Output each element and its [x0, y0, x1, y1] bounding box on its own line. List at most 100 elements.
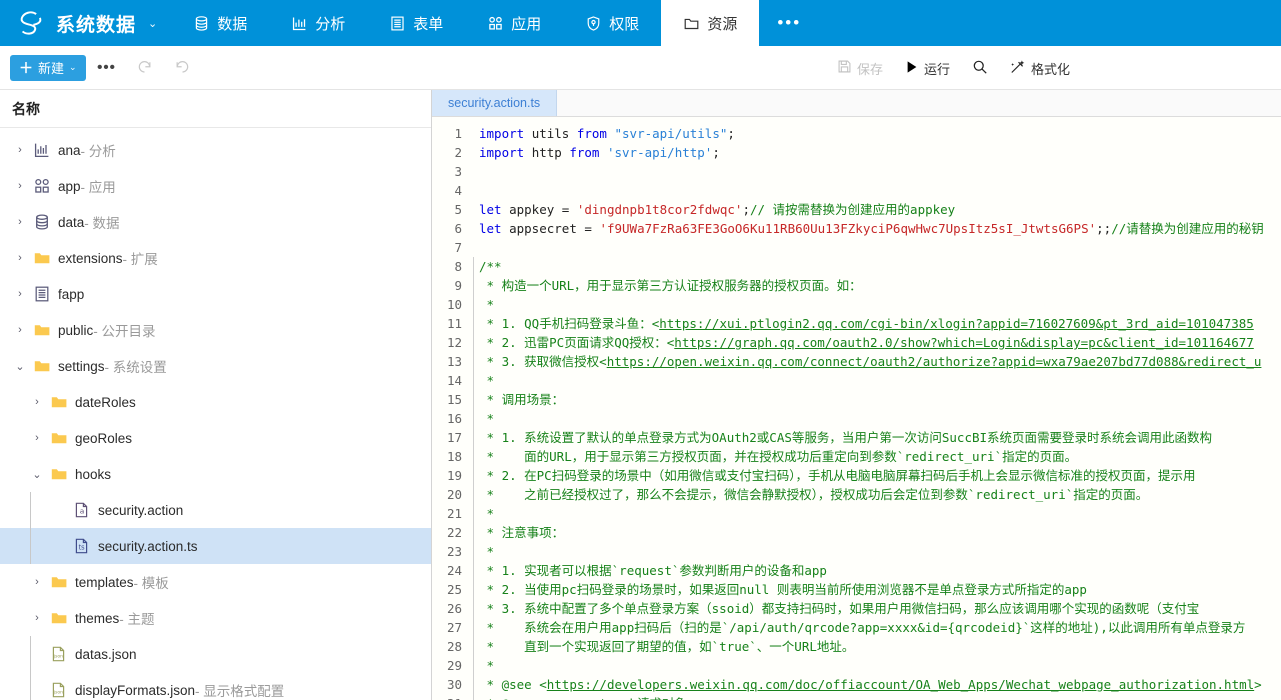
code-line[interactable]: * 2. 当使用pc扫码登录的场景时，如果返回null 则表明当前所使用浏览器不…: [479, 580, 1281, 599]
save-disk-icon: [837, 59, 852, 77]
line-number: 4: [432, 181, 462, 200]
code-line[interactable]: * 调用场景：: [479, 390, 1281, 409]
editor-tab-security-action-ts[interactable]: security.action.ts: [432, 90, 557, 116]
tree-item-datas-json[interactable]: json datas.json: [0, 636, 431, 672]
folder-icon: [50, 573, 68, 591]
code-line[interactable]: * 之前已经授权过了，那么不会提示，微信会静默授权），授权成功后会定位到参数`r…: [479, 485, 1281, 504]
code-line[interactable]: *: [479, 295, 1281, 314]
nav-item-form[interactable]: 表单: [367, 0, 465, 46]
nav-item-permissions[interactable]: 权限: [563, 0, 661, 46]
code-line[interactable]: * 3. 系统中配置了多个单点登录方案（ssoid）都支持扫码时，如果用户用微信…: [479, 599, 1281, 618]
code-line[interactable]: [479, 181, 1281, 200]
code-line[interactable]: *: [479, 656, 1281, 675]
chevron-right-icon[interactable]: ›: [12, 322, 28, 338]
run-button[interactable]: 运行: [896, 53, 959, 83]
code-line[interactable]: * 注意事项：: [479, 523, 1281, 542]
brand-title: 系统数据: [56, 10, 136, 37]
code-line[interactable]: *: [479, 504, 1281, 523]
tree-item-themes[interactable]: › themes - 主题: [0, 600, 431, 636]
chevron-right-icon[interactable]: ›: [29, 574, 45, 590]
code-line[interactable]: * 1. 实现者可以根据`request`参数判断用户的设备和app: [479, 561, 1281, 580]
code-line[interactable]: * 3. 获取微信授权<https://open.weixin.qq.com/c…: [479, 352, 1281, 371]
code-line[interactable]: * 2. 在PC扫码登录的场景中（如用微信或支付宝扫码），手机从电脑电脑屏幕扫码…: [479, 466, 1281, 485]
code-line[interactable]: * 系统会在用户用app扫码后（扫的是`/api/auth/qrcode?app…: [479, 618, 1281, 637]
tree-item-label: app: [58, 179, 81, 194]
code-line[interactable]: import http from 'svr-api/http';: [479, 143, 1281, 162]
line-number: 10: [432, 295, 462, 314]
tree-item-dateroles[interactable]: › dateRoles: [0, 384, 431, 420]
code-line[interactable]: let appkey = 'dingdnpb1t8cor2fdwqc';// 请…: [479, 200, 1281, 219]
folder-icon: [33, 321, 51, 339]
tree-item-public[interactable]: › public - 公开目录: [0, 312, 431, 348]
code-line[interactable]: import utils from "svr-api/utils";: [479, 124, 1281, 143]
tree-item-security-action-ts[interactable]: ts security.action.ts: [0, 528, 431, 564]
tree-item-extensions[interactable]: › extensions - 扩展: [0, 240, 431, 276]
tree-item-security-action[interactable]: a security.action: [0, 492, 431, 528]
tree-item-settings[interactable]: ⌄ settings - 系统设置: [0, 348, 431, 384]
chevron-right-icon[interactable]: ›: [12, 142, 28, 158]
toolbar-more-button[interactable]: •••: [90, 53, 124, 83]
chevron-right-icon[interactable]: ›: [12, 178, 28, 194]
code-lines[interactable]: import utils from "svr-api/utils";import…: [470, 117, 1281, 700]
chevron-right-icon[interactable]: ›: [12, 286, 28, 302]
chevron-right-icon[interactable]: ›: [29, 610, 45, 626]
chevron-right-icon[interactable]: ›: [12, 250, 28, 266]
line-number: 29: [432, 656, 462, 675]
code-line[interactable]: * @param request web请求对象: [479, 694, 1281, 700]
code-line[interactable]: * 2. 迅雷PC页面请求QQ授权：<https://graph.qq.com/…: [479, 333, 1281, 352]
tree-item-data[interactable]: › data - 数据: [0, 204, 431, 240]
brand-home-button[interactable]: 系统数据 ⌄: [0, 0, 171, 46]
code-line[interactable]: /**: [479, 257, 1281, 276]
search-icon: [972, 59, 988, 78]
chevron-down-icon[interactable]: ⌄: [12, 358, 28, 374]
tree-item-templates[interactable]: › templates - 模板: [0, 564, 431, 600]
code-line[interactable]: * @see <https://developers.weixin.qq.com…: [479, 675, 1281, 694]
code-area[interactable]: 1234567891011121314151617181920212223242…: [432, 117, 1281, 700]
code-line[interactable]: *: [479, 409, 1281, 428]
tree-item-label: dateRoles: [75, 395, 136, 410]
form-icon: [33, 285, 51, 303]
folder-icon: [50, 465, 68, 483]
line-number: 24: [432, 561, 462, 580]
new-button[interactable]: ＋ 新建 ⌄: [10, 55, 86, 81]
code-line[interactable]: *: [479, 371, 1281, 390]
tree-item-app[interactable]: › app - 应用: [0, 168, 431, 204]
chevron-right-icon[interactable]: ›: [29, 430, 45, 446]
code-line[interactable]: * 面的URL，用于显示第三方授权页面，并在授权成功后重定向到参数`redire…: [479, 447, 1281, 466]
save-label: 保存: [857, 59, 883, 78]
nav-item-data[interactable]: 数据: [171, 0, 269, 46]
code-line[interactable]: [479, 238, 1281, 257]
nav-more-button[interactable]: •••: [759, 0, 819, 46]
tree-item-displayformats-json[interactable]: json displayFormats.json - 显示格式配置: [0, 672, 431, 700]
nav-item-apps[interactable]: 应用: [465, 0, 563, 46]
tree-item-fapp[interactable]: › fapp: [0, 276, 431, 312]
nav-item-analysis[interactable]: 分析: [269, 0, 367, 46]
search-button[interactable]: [963, 53, 997, 83]
undo-button[interactable]: [166, 53, 200, 83]
save-button[interactable]: 保存: [828, 53, 892, 83]
code-line[interactable]: * 1. QQ手机扫码登录斗鱼：<https://xui.ptlogin2.qq…: [479, 314, 1281, 333]
format-button[interactable]: 格式化: [1001, 53, 1079, 83]
code-line[interactable]: * 1. 系统设置了默认的单点登录方式为OAuth2或CAS等服务，当用户第一次…: [479, 428, 1281, 447]
tree-item-label: geoRoles: [75, 431, 132, 446]
code-line[interactable]: * 直到一个实现返回了期望的值，如`true`、一个URL地址。: [479, 637, 1281, 656]
tree-item-hooks[interactable]: ⌄ hooks: [0, 456, 431, 492]
code-line[interactable]: [479, 162, 1281, 181]
chevron-right-icon[interactable]: ›: [29, 394, 45, 410]
tree-item-ana[interactable]: › ana - 分析: [0, 132, 431, 168]
code-line[interactable]: * 构造一个URL，用于显示第三方认证授权服务器的授权页面。如：: [479, 276, 1281, 295]
tree-item-label: hooks: [75, 467, 111, 482]
chevron-down-icon[interactable]: ⌄: [148, 17, 157, 30]
redo-button[interactable]: [128, 53, 162, 83]
chevron-down-icon[interactable]: ⌄: [29, 466, 45, 482]
chevron-right-icon[interactable]: ›: [12, 214, 28, 230]
bar-chart-icon: [291, 15, 308, 32]
tree-item-label: displayFormats.json: [75, 683, 195, 698]
line-number: 8: [432, 257, 462, 276]
tree-item-georoles[interactable]: › geoRoles: [0, 420, 431, 456]
code-line[interactable]: *: [479, 542, 1281, 561]
nav-item-resources[interactable]: 资源: [661, 0, 759, 46]
line-number: 28: [432, 637, 462, 656]
shield-icon: [585, 15, 602, 32]
code-line[interactable]: let appsecret = 'f9UWa7FzRa63FE3GoO6Ku11…: [479, 219, 1281, 238]
